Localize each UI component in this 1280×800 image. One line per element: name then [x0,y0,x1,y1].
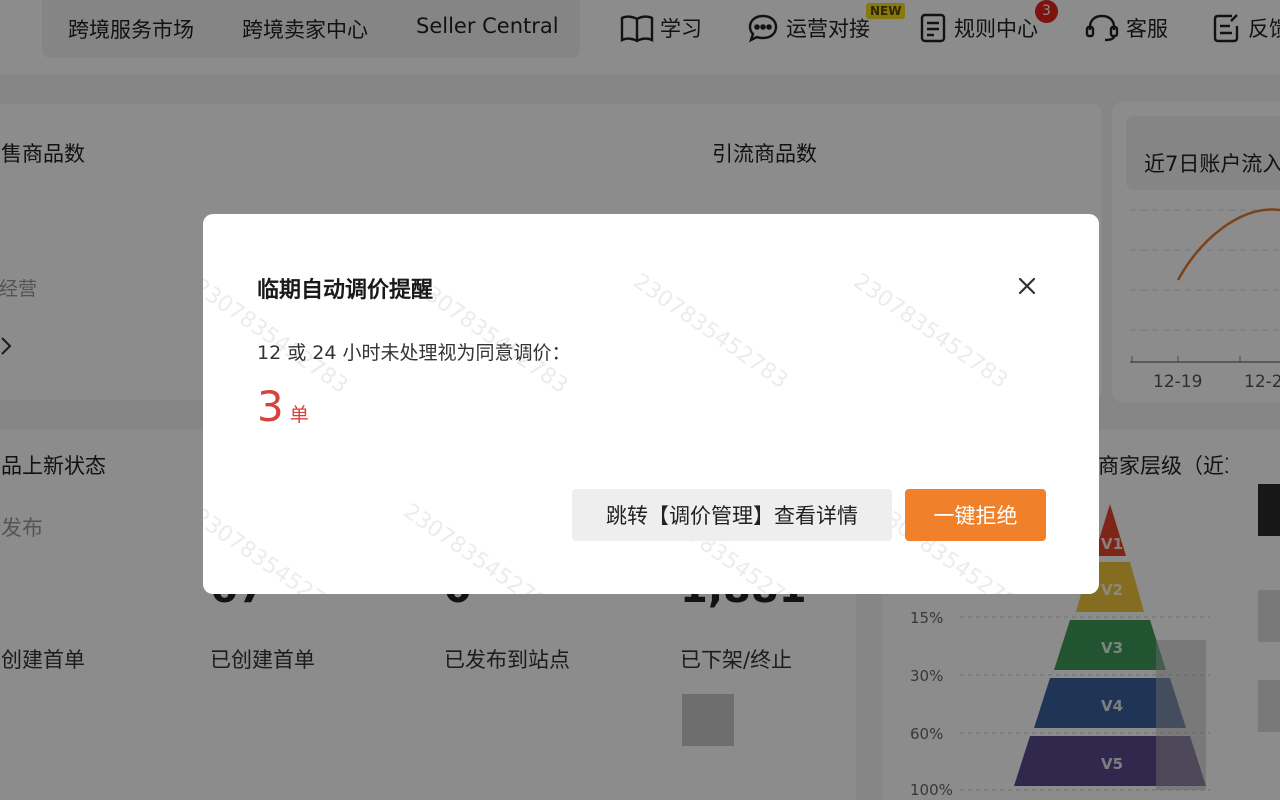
pending-order-count: 3单 [257,382,309,431]
watermark-text: 2307835452783 [408,274,573,399]
watermark-text: 2307835452783 [848,269,1013,394]
auto-price-adjustment-reminder-dialog: 2307835452783 2307835452783 230783545278… [203,214,1099,594]
dialog-description: 12 或 24 小时未处理视为同意调价： [257,342,571,364]
pending-count-value: 3 [257,382,284,431]
watermark-text: 2307835452783 [398,499,563,594]
dialog-title: 临期自动调价提醒 [257,278,434,303]
close-icon[interactable] [1013,272,1041,300]
watermark-text: 2307835452783 [628,269,793,394]
reject-all-button[interactable]: 一键拒绝 [905,489,1046,541]
watermark-text: 2307835452783 [203,504,353,594]
go-to-price-management-button[interactable]: 跳转【调价管理】查看详情 [572,489,892,541]
pending-count-unit: 单 [289,404,309,426]
